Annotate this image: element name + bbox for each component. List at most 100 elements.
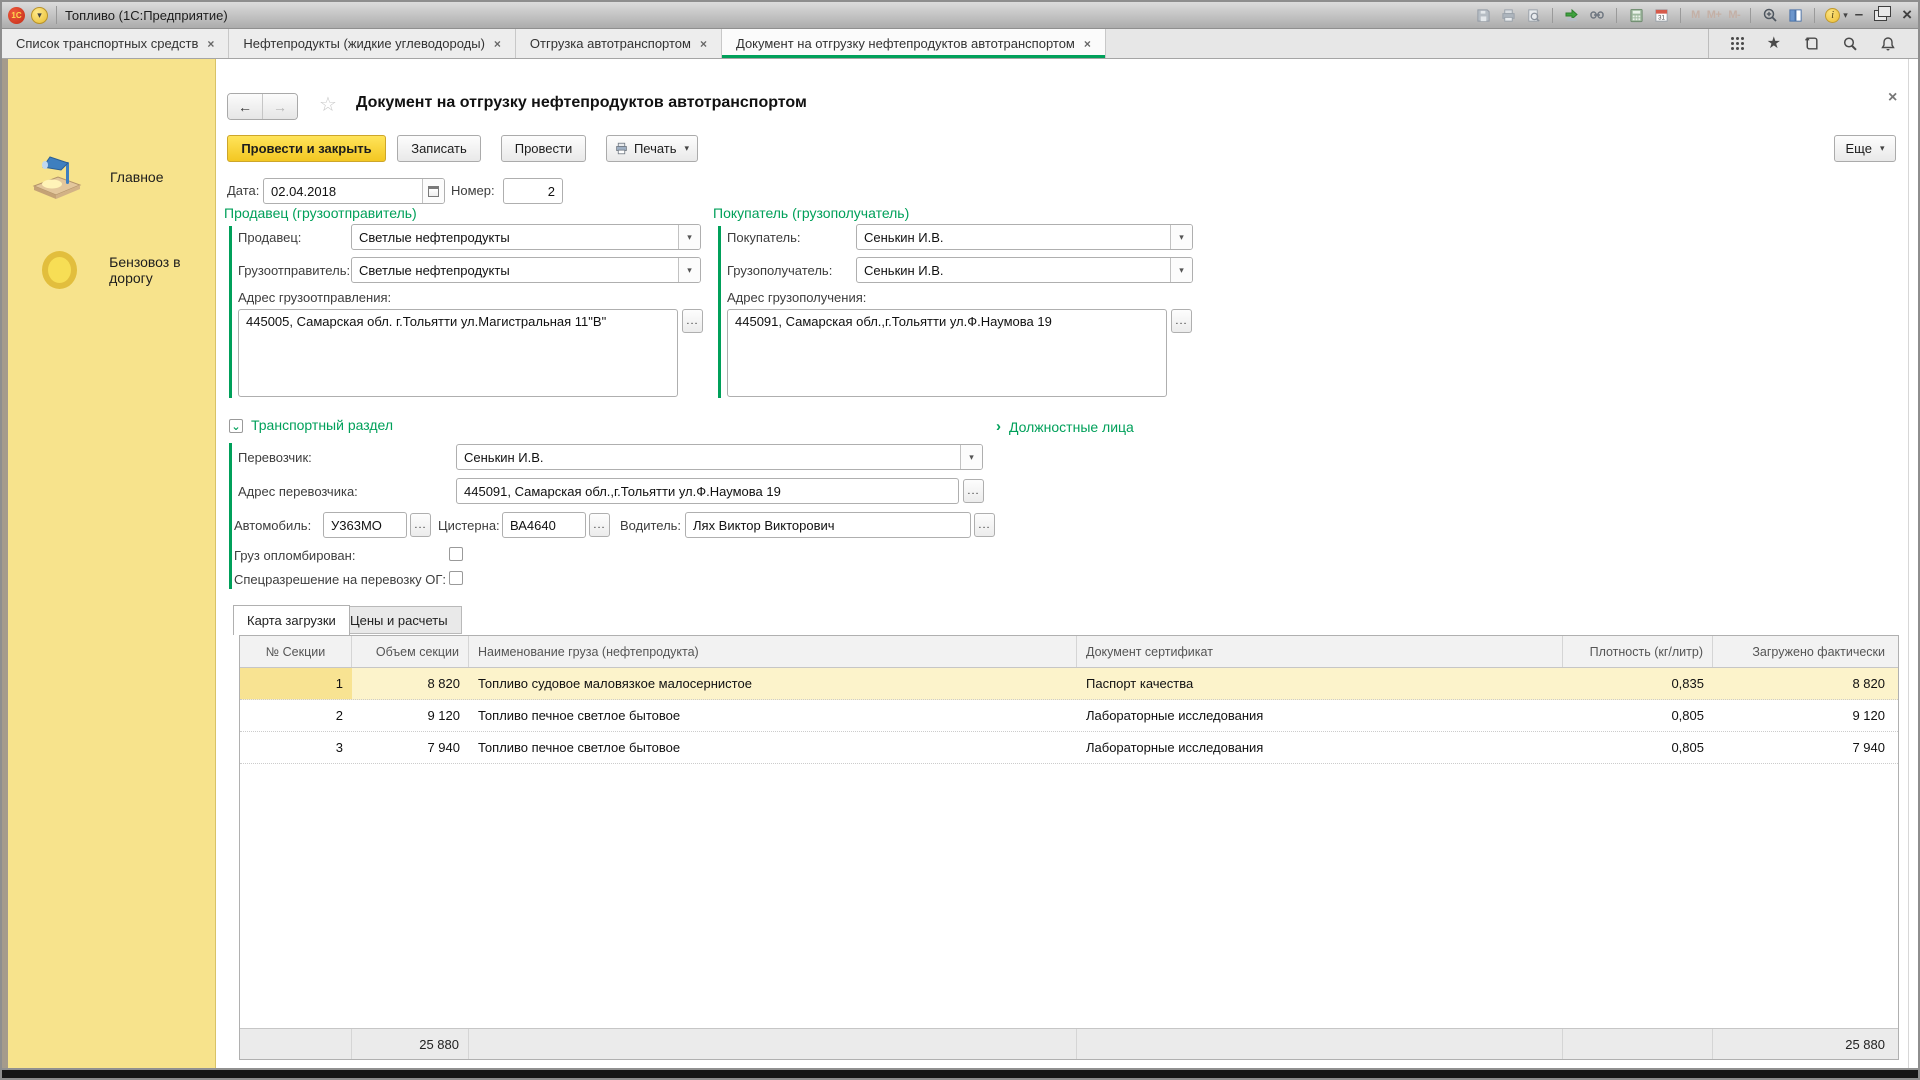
carrier-combobox[interactable]: Сенькин И.В. ▾ (456, 444, 983, 470)
back-button[interactable]: ← (228, 94, 263, 119)
tab-close-icon[interactable]: × (1084, 37, 1091, 51)
tab-vehicle-list[interactable]: Список транспортных средств × (2, 29, 229, 58)
cell-loaded[interactable]: 8 820 (1713, 668, 1894, 699)
more-button[interactable]: Еще ▾ (1834, 135, 1896, 162)
memory-store-button[interactable]: M (1691, 9, 1700, 21)
cell-density[interactable]: 0,805 (1563, 732, 1713, 763)
permit-checkbox[interactable] (449, 571, 463, 585)
get-link-icon[interactable] (1563, 6, 1581, 24)
dropdown-button[interactable]: ▾ (960, 445, 982, 469)
print-preview-icon[interactable] (1524, 6, 1542, 24)
window-minimize-button[interactable]: – (1855, 10, 1863, 20)
tab-close-icon[interactable]: × (207, 37, 214, 51)
cell-cargo[interactable]: Топливо судовое маловязкое малосернистое (469, 668, 1077, 699)
col-header-section[interactable]: № Секции (240, 636, 352, 667)
calendar-icon[interactable]: 31 (1652, 6, 1670, 24)
post-button[interactable]: Провести (501, 135, 586, 162)
col-header-loaded[interactable]: Загружено фактически (1713, 636, 1894, 667)
cell-density[interactable]: 0,835 (1563, 668, 1713, 699)
sidebar-item-main[interactable]: Главное (2, 149, 215, 205)
tab-prices[interactable]: Цены и расчеты (336, 606, 462, 634)
calculator-icon[interactable] (1627, 6, 1645, 24)
transport-section-title[interactable]: Транспортный раздел (251, 417, 393, 433)
cell-certificate[interactable]: Лабораторные исследования (1077, 732, 1563, 763)
favorites-icon[interactable]: ★ (1767, 36, 1781, 52)
window-close-button[interactable]: × (1902, 5, 1912, 25)
tank-picker-button[interactable]: ... (589, 513, 610, 537)
shipper-combobox[interactable]: Светлые нефтепродукты ▾ (351, 257, 701, 283)
app-menu-button[interactable]: ▾ (31, 7, 48, 24)
table-row[interactable]: 2 9 120 Топливо печное светлое бытовое Л… (240, 700, 1898, 732)
calendar-picker-button[interactable] (422, 179, 444, 203)
post-and-close-button[interactable]: Провести и закрыть (227, 135, 386, 162)
sidebar-item-tanker[interactable]: Бензовоз в дорогу (2, 249, 215, 291)
tab-oil-products[interactable]: Нефтепродукты (жидкие углеводороды) × (229, 29, 516, 58)
print-icon[interactable] (1499, 6, 1517, 24)
info-button[interactable]: i ▾ (1825, 8, 1848, 23)
split-view-icon[interactable] (1786, 6, 1804, 24)
search-icon[interactable] (1842, 36, 1858, 52)
dropdown-button[interactable]: ▾ (678, 225, 700, 249)
delivery-address-textarea[interactable]: 445091, Самарская обл.,г.Тольятти ул.Ф.Н… (727, 309, 1167, 397)
tab-load-map[interactable]: Карта загрузки (233, 605, 350, 635)
history-icon[interactable] (1803, 35, 1820, 52)
col-header-density[interactable]: Плотность (кг/литр) (1563, 636, 1713, 667)
zoom-icon[interactable] (1761, 6, 1779, 24)
window-restore-button[interactable] (1874, 10, 1887, 21)
table-row[interactable]: 3 7 940 Топливо печное светлое бытовое Л… (240, 732, 1898, 764)
cell-loaded[interactable]: 7 940 (1713, 732, 1894, 763)
cell-loaded[interactable]: 9 120 (1713, 700, 1894, 731)
transport-collapse-checkbox[interactable]: ⌄ (229, 419, 243, 433)
favorite-star-icon[interactable]: ☆ (319, 92, 337, 117)
driver-picker-button[interactable]: ... (974, 513, 995, 537)
all-functions-icon[interactable] (1731, 37, 1745, 51)
ship-address-textarea[interactable]: 445005, Самарская обл. г.Тольятти ул.Маг… (238, 309, 678, 397)
sealed-checkbox[interactable] (449, 547, 463, 561)
table-row[interactable]: 1 8 820 Топливо судовое маловязкое малос… (240, 668, 1898, 700)
notifications-bell-icon[interactable] (1880, 36, 1896, 52)
cell-cargo[interactable]: Топливо печное светлое бытовое (469, 700, 1077, 731)
vendor-combobox[interactable]: Светлые нефтепродукты ▾ (351, 224, 701, 250)
cell-volume[interactable]: 8 820 (352, 668, 469, 699)
cell-section[interactable]: 1 (240, 668, 352, 699)
driver-input[interactable]: Лях Виктор Викторович (685, 512, 971, 538)
save-button[interactable]: Записать (397, 135, 481, 162)
tab-close-icon[interactable]: × (494, 37, 501, 51)
col-header-cargo[interactable]: Наименование груза (нефтепродукта) (469, 636, 1077, 667)
consignee-combobox[interactable]: Сенькин И.В. ▾ (856, 257, 1193, 283)
date-input[interactable]: 02.04.2018 (263, 178, 445, 204)
save-icon[interactable] (1474, 6, 1492, 24)
col-header-volume[interactable]: Объем секции (352, 636, 469, 667)
cell-certificate[interactable]: Лабораторные исследования (1077, 700, 1563, 731)
number-input[interactable]: 2 (503, 178, 563, 204)
cell-cargo[interactable]: Топливо печное светлое бытовое (469, 732, 1077, 763)
carrier-address-input[interactable]: 445091, Самарская обл.,г.Тольятти ул.Ф.Н… (456, 478, 959, 504)
tab-shipment[interactable]: Отгрузка автотранспортом × (516, 29, 722, 58)
go-to-link-icon[interactable] (1588, 6, 1606, 24)
memory-minus-button[interactable]: M- (1728, 9, 1740, 21)
col-header-certificate[interactable]: Документ сертификат (1077, 636, 1563, 667)
dropdown-button[interactable]: ▾ (678, 258, 700, 282)
memory-plus-button[interactable]: M+ (1707, 9, 1722, 21)
tab-shipment-document[interactable]: Документ на отгрузку нефтепродуктов авто… (722, 29, 1106, 58)
cell-density[interactable]: 0,805 (1563, 700, 1713, 731)
print-button[interactable]: Печать ▾ (606, 135, 698, 162)
cell-certificate[interactable]: Паспорт качества (1077, 668, 1563, 699)
buyer-combobox[interactable]: Сенькин И.В. ▾ (856, 224, 1193, 250)
dropdown-button[interactable]: ▾ (1170, 258, 1192, 282)
forward-button[interactable]: → (263, 94, 297, 119)
carrier-address-picker-button[interactable]: ... (963, 479, 984, 503)
form-close-icon[interactable]: × (1888, 89, 1897, 107)
officials-section-toggle[interactable]: › Должностные лица (996, 418, 1134, 435)
tab-close-icon[interactable]: × (700, 37, 707, 51)
tank-input[interactable]: ВА4640 (502, 512, 586, 538)
cell-volume[interactable]: 9 120 (352, 700, 469, 731)
ship-address-picker-button[interactable]: ... (682, 309, 703, 333)
delivery-address-picker-button[interactable]: ... (1171, 309, 1192, 333)
cell-section[interactable]: 3 (240, 732, 352, 763)
vehicle-input[interactable]: У363МО (323, 512, 407, 538)
cell-volume[interactable]: 7 940 (352, 732, 469, 763)
vehicle-picker-button[interactable]: ... (410, 513, 431, 537)
cell-section[interactable]: 2 (240, 700, 352, 731)
dropdown-button[interactable]: ▾ (1170, 225, 1192, 249)
